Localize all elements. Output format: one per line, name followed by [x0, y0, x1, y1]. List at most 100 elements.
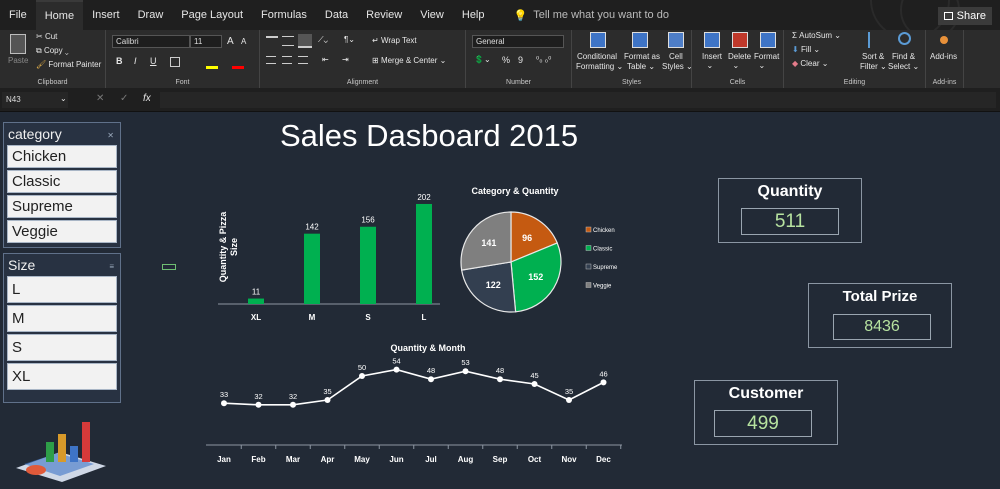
increase-indent-icon[interactable]: ⇥ [342, 55, 349, 64]
find-label[interactable]: Find & [892, 52, 915, 61]
name-box-dropdown-icon[interactable]: ⌄ [60, 94, 67, 103]
insert-button[interactable]: Insert ⌄ [702, 52, 722, 70]
number-format-select[interactable]: General [472, 35, 564, 48]
cell-styles-icon[interactable] [668, 32, 684, 48]
align-left-icon[interactable] [266, 56, 276, 64]
addins-button[interactable]: Add-ins [930, 52, 957, 61]
italic-button[interactable]: I [134, 56, 137, 66]
format-as-label[interactable]: Format as [624, 52, 660, 61]
currency-icon[interactable]: 💲⌄ [474, 55, 491, 64]
decimal-icon[interactable]: ⁰₀ ₀⁰ [536, 55, 551, 64]
grow-font-button[interactable]: A [227, 36, 234, 47]
tab-insert[interactable]: Insert [83, 0, 129, 30]
filter-label[interactable]: Filter ⌄ [860, 62, 887, 71]
tab-formulas[interactable]: Formulas [252, 0, 316, 30]
styles-label[interactable]: Styles ⌄ [662, 62, 693, 71]
slicer-item-veggie[interactable]: Veggie [7, 220, 117, 243]
underline-button[interactable]: U [150, 56, 157, 66]
formatting-label[interactable]: Formatting ⌄ [576, 62, 623, 71]
indent-icon[interactable]: ¶⌄ [344, 35, 355, 44]
clear-button[interactable]: ◆ Clear ⌄ [792, 59, 828, 68]
line-data-label: 48 [496, 366, 504, 375]
magnifier-icon[interactable] [898, 32, 911, 45]
insert-function-icon[interactable]: fx [143, 93, 151, 104]
sort-filter-icon[interactable] [868, 32, 882, 48]
delete-button[interactable]: Delete ⌄ [728, 52, 751, 70]
clear-filter-icon[interactable]: ✕ [107, 125, 114, 147]
decrease-indent-icon[interactable]: ⇤ [322, 55, 329, 64]
format-cells-icon[interactable] [760, 32, 776, 48]
font-name-select[interactable]: Calibri [112, 35, 190, 48]
category-slicer-title: category [8, 126, 62, 142]
enter-icon[interactable]: ✓ [120, 93, 128, 104]
tab-home[interactable]: Home [35, 0, 84, 30]
conditional-formatting-icon[interactable] [590, 32, 606, 48]
line-category-label: Nov [561, 455, 577, 464]
addins-icon[interactable] [940, 36, 948, 44]
slicer-item-xl[interactable]: XL [7, 363, 117, 390]
slicer-item-chicken[interactable]: Chicken [7, 145, 117, 168]
tab-draw[interactable]: Draw [129, 0, 173, 30]
tab-review[interactable]: Review [357, 0, 411, 30]
line-point-feb [255, 401, 262, 408]
tell-me-search[interactable]: 💡 Tell me what you want to do [514, 9, 669, 22]
comma-button[interactable]: 9 [518, 55, 523, 65]
legend-label-chicken: Chicken [593, 228, 615, 234]
align-top-icon[interactable] [266, 36, 278, 46]
multi-select-icon[interactable]: ≡ [109, 256, 114, 278]
paste-icon[interactable] [10, 34, 26, 54]
percent-button[interactable]: % [502, 55, 510, 65]
formula-input[interactable] [160, 92, 996, 108]
cell-label[interactable]: Cell [669, 52, 683, 61]
fill-button[interactable]: ⬇ Fill ⌄ [792, 45, 820, 54]
borders-icon[interactable] [170, 57, 180, 67]
slicer-item-s[interactable]: S [7, 334, 117, 361]
shrink-font-button[interactable]: A [241, 37, 246, 46]
font-color-icon[interactable] [232, 66, 244, 69]
tab-view[interactable]: View [411, 0, 453, 30]
align-center-icon[interactable] [282, 56, 292, 64]
fill-color-icon[interactable] [206, 66, 218, 69]
tab-data[interactable]: Data [316, 0, 357, 30]
tab-page-layout[interactable]: Page Layout [172, 0, 252, 30]
paste-button[interactable]: Paste [8, 56, 28, 65]
share-button[interactable]: Share [937, 7, 992, 25]
copy-button[interactable]: ⧉ Copy ⌄ [36, 46, 69, 56]
tab-help[interactable]: Help [453, 0, 494, 30]
copy-label: Copy [43, 46, 63, 55]
line-category-label: May [354, 455, 370, 464]
autosum-button[interactable]: Σ AutoSum ⌄ [792, 31, 841, 40]
bold-button[interactable]: B [116, 56, 123, 66]
format-as-table-icon[interactable] [632, 32, 648, 48]
slicer-item-l[interactable]: L [7, 276, 117, 303]
tab-file[interactable]: File [0, 0, 36, 30]
name-box[interactable]: N43 [2, 92, 68, 108]
conditional-formatting-label[interactable]: Conditional [577, 52, 617, 61]
slicer-item-supreme[interactable]: Supreme [7, 195, 117, 218]
line-category-label: Sep [493, 455, 508, 464]
line-title: Quantity & Month [391, 343, 466, 353]
font-size-select[interactable]: 11 [190, 35, 222, 48]
select-label[interactable]: Select ⌄ [888, 62, 919, 71]
table-label[interactable]: Table ⌄ [627, 62, 655, 71]
line-point-jul [428, 376, 434, 383]
category-slicer-header: category ✕ [4, 123, 120, 145]
slicer-item-m[interactable]: M [7, 305, 117, 332]
align-bottom-icon[interactable] [298, 34, 312, 48]
wrap-text-button[interactable]: ↵ Wrap Text [372, 36, 417, 45]
cancel-icon[interactable]: ✕ [96, 93, 104, 104]
cut-button[interactable]: ✂ Cut [36, 32, 57, 41]
select-text: Select [888, 62, 911, 71]
slicer-item-classic[interactable]: Classic [7, 170, 117, 193]
insert-cells-icon[interactable] [704, 32, 720, 48]
delete-cells-icon[interactable] [732, 32, 748, 48]
alignment-group-label: Alignment [346, 79, 379, 86]
sort-label[interactable]: Sort & [862, 52, 884, 61]
orientation-icon[interactable]: ⟋⌄ [318, 35, 328, 45]
format-button[interactable]: Format ⌄ [754, 52, 779, 70]
format-painter-button[interactable]: 🖌 Format Painter [36, 60, 101, 69]
align-right-icon[interactable] [298, 56, 308, 64]
merge-center-button[interactable]: ⊞ Merge & Center ⌄ [372, 56, 446, 65]
align-middle-icon[interactable] [282, 36, 294, 46]
merge-icon: ⊞ [372, 56, 381, 65]
